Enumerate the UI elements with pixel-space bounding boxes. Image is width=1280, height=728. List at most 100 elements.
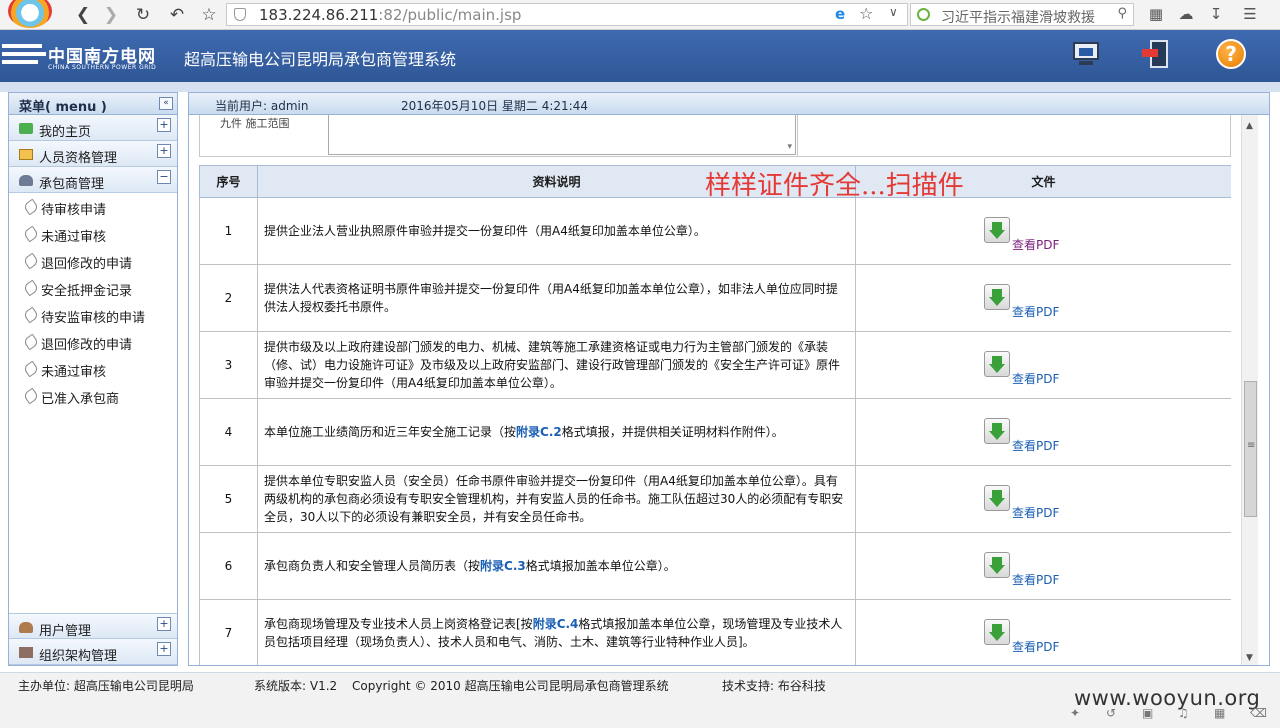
view-pdf-link[interactable]: 查看PDF	[1012, 303, 1059, 320]
refresh-icon[interactable]: ↻	[132, 4, 154, 26]
favorite-star-icon[interactable]: ☆	[859, 4, 873, 23]
header-divider	[0, 82, 1280, 92]
org-chart-icon	[19, 647, 33, 658]
leaf-icon	[22, 279, 40, 297]
sidebar-item-returned-2[interactable]: 退回修改的申请	[9, 328, 177, 355]
row-file: 查看PDF	[855, 599, 1231, 665]
current-user: 当前用户: admin	[215, 99, 309, 113]
app-title: 超高压输电公司昆明局承包商管理系统	[184, 50, 457, 69]
undo-icon[interactable]: ↶	[166, 4, 188, 26]
scroll-up-icon[interactable]: ▲	[1246, 121, 1253, 131]
browser-toolbar: ❮ ❯ ↻ ↶ ☆ 183.224.86.211:82/public/main.…	[0, 0, 1280, 30]
appendix-link[interactable]: 附录C.3	[480, 559, 526, 573]
search-input[interactable]: 习近平指示福建滑坡救援 ⚲	[910, 3, 1134, 26]
sidebar-item-rejected-2[interactable]: 未通过审核	[9, 355, 177, 382]
bookmark-star-icon[interactable]: ☆	[198, 4, 220, 26]
ie-mode-icon[interactable]: e	[835, 5, 845, 23]
pin-icon[interactable]: ✦	[1070, 706, 1080, 720]
row-number: 2	[199, 264, 258, 332]
sidebar-bottom: 用户管理 + 组织架构管理 +	[9, 613, 177, 665]
sidebar-item-admitted[interactable]: 已准入承包商	[9, 382, 177, 409]
table-row: 6 承包商负责人和安全管理人员简历表（按附录C.3格式填报加盖本单位公章）。 查…	[199, 532, 1231, 600]
apps-grid-icon[interactable]: ▦	[1146, 4, 1166, 24]
download-icon[interactable]	[984, 217, 1010, 243]
download-icon[interactable]: ↧	[1206, 4, 1226, 24]
sidebar-section-home[interactable]: 我的主页 +	[9, 115, 177, 141]
column-header-num: 序号	[199, 165, 258, 198]
forward-icon[interactable]: ❯	[100, 4, 122, 26]
monitor-icon[interactable]	[1070, 40, 1102, 70]
scope-textarea[interactable]	[328, 115, 796, 155]
footer-support: 技术支持: 布谷科技	[722, 679, 826, 693]
view-pdf-link[interactable]: 查看PDF	[1012, 638, 1059, 655]
view-pdf-link[interactable]: 查看PDF	[1012, 370, 1059, 387]
grid-icon[interactable]: ▦	[1214, 706, 1225, 720]
back-icon[interactable]: ❮	[72, 4, 94, 26]
download-icon[interactable]	[984, 284, 1010, 310]
sidebar-section-label: 承包商管理	[39, 177, 105, 192]
expand-icon[interactable]: +	[157, 118, 171, 132]
sidebar-section-personnel[interactable]: 人员资格管理 +	[9, 141, 177, 167]
appendix-link[interactable]: 附录C.2	[516, 425, 562, 439]
download-icon[interactable]	[984, 351, 1010, 377]
scrollbar-thumb[interactable]	[1244, 381, 1257, 517]
download-icon[interactable]	[984, 418, 1010, 444]
screen-icon[interactable]: ▣	[1142, 706, 1153, 720]
sidebar-item-rejected[interactable]: 未通过审核	[9, 220, 177, 247]
cloud-icon[interactable]: ☁	[1176, 4, 1196, 24]
sidebar: 菜单( menu ) « 我的主页 + 人员资格管理 + 承包商管理 − 待审核…	[8, 92, 178, 666]
row-file: 查看PDF	[855, 264, 1231, 332]
row-number: 7	[199, 599, 258, 665]
form-cell	[797, 115, 1231, 156]
sidebar-item-returned[interactable]: 退回修改的申请	[9, 247, 177, 274]
row-number: 4	[199, 398, 258, 466]
address-bar[interactable]: 183.224.86.211:82/public/main.jsp e ☆ ∨	[226, 3, 908, 26]
view-pdf-link[interactable]: 查看PDF	[1012, 504, 1059, 521]
view-pdf-link[interactable]: 查看PDF	[1012, 571, 1059, 588]
browser-logo	[8, 0, 52, 28]
user-icon	[19, 622, 33, 633]
app-header: 中国南方电网 CHINA SOUTHERN POWER GRID 超高压输电公司…	[0, 30, 1280, 82]
table-row: 5 提供本单位专职安监人员（安全员）任命书原件审验并提交一份复印件（用A4纸复印…	[199, 465, 1231, 533]
scroll-down-icon[interactable]: ▼	[1246, 653, 1253, 663]
home-icon	[19, 123, 33, 134]
row-file: 查看PDF	[855, 331, 1231, 399]
collapse-sidebar-button[interactable]: «	[159, 97, 173, 110]
help-icon[interactable]: ?	[1216, 39, 1246, 69]
sidebar-item-label: 待安监审核的申请	[41, 311, 146, 326]
search-icon[interactable]: ⚲	[1117, 6, 1127, 21]
chevron-down-icon[interactable]: ∨	[889, 5, 898, 19]
expand-icon[interactable]: +	[157, 144, 171, 158]
vertical-scrollbar[interactable]: ▲ ▼	[1241, 115, 1258, 665]
leaf-icon	[22, 306, 40, 324]
volume-icon[interactable]: ♫	[1178, 706, 1189, 720]
row-description: 本单位施工业绩简历和近三年安全施工记录（按附录C.2格式填报，并提供相关证明材料…	[257, 398, 856, 466]
sidebar-section-org[interactable]: 组织架构管理 +	[9, 639, 177, 665]
sidebar-section-contractor[interactable]: 承包商管理 −	[9, 167, 177, 193]
download-icon[interactable]	[984, 485, 1010, 511]
view-pdf-link[interactable]: 查看PDF	[1012, 236, 1059, 253]
appendix-link[interactable]: 附录C.4	[533, 617, 579, 631]
sidebar-item-label: 未通过审核	[41, 230, 107, 245]
download-icon[interactable]	[984, 619, 1010, 645]
view-pdf-link[interactable]: 查看PDF	[1012, 437, 1059, 454]
sidebar-section-users[interactable]: 用户管理 +	[9, 613, 177, 639]
download-icon[interactable]	[984, 552, 1010, 578]
watermark: www.wooyun.org	[1074, 686, 1261, 710]
user-icon	[19, 175, 33, 186]
collapse-icon[interactable]: −	[157, 170, 171, 184]
leaf-icon	[22, 360, 40, 378]
sidebar-item-label: 已准入承包商	[41, 392, 120, 407]
sidebar-item-pending-review[interactable]: 待审核申请	[9, 193, 177, 220]
sidebar-header: 菜单( menu ) «	[9, 93, 177, 115]
expand-icon[interactable]: +	[157, 617, 171, 631]
row-description: 提供法人代表资格证明书原件审验并提交一份复印件（用A4纸复印加盖本单位公章），如…	[257, 264, 856, 332]
logout-icon[interactable]	[1140, 40, 1172, 70]
status-bar: 当前用户: admin 2016年05月10日 星期二 4:21:44	[189, 93, 1269, 115]
refresh-icon[interactable]: ↺	[1106, 706, 1116, 720]
sidebar-item-safety-pending[interactable]: 待安监审核的申请	[9, 301, 177, 328]
expand-icon[interactable]: +	[157, 642, 171, 656]
trash-icon[interactable]: ⌫	[1250, 706, 1267, 720]
menu-icon[interactable]: ☰	[1240, 4, 1260, 24]
sidebar-item-deposit[interactable]: 安全抵押金记录	[9, 274, 177, 301]
